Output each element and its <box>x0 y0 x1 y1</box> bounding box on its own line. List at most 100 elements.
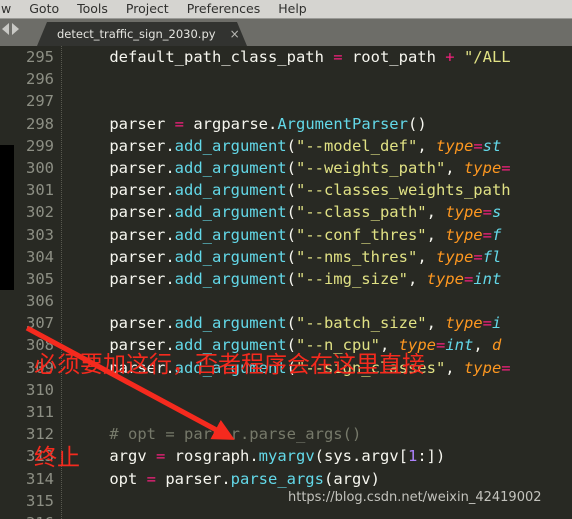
token: = <box>482 225 492 244</box>
token: argparse. <box>184 114 278 133</box>
code-line[interactable]: 310 <box>0 379 572 401</box>
token: parser. <box>72 336 175 355</box>
code-text: parser.add_argument("--img_size", type=i… <box>72 268 501 290</box>
code-editor[interactable]: 295 default_path_class_path = root_path … <box>0 46 572 519</box>
token: ( <box>286 158 296 177</box>
token: = <box>174 114 184 133</box>
code-text: parser.add_argument("--n_cpu", type=int,… <box>72 334 501 356</box>
menu-item-preferences[interactable]: Preferences <box>178 0 270 18</box>
token: parser. <box>72 158 175 177</box>
token: = <box>473 247 483 266</box>
token: :]) <box>417 447 446 466</box>
code-line[interactable]: 297 <box>0 90 572 112</box>
token: = <box>482 203 492 222</box>
token: myargv <box>258 447 315 466</box>
menu-item-w[interactable]: w <box>0 0 20 18</box>
token: ( <box>286 314 296 333</box>
triangle-right-icon[interactable] <box>12 23 19 35</box>
token: int <box>473 269 502 288</box>
triangle-left-icon[interactable] <box>2 23 9 35</box>
token: = <box>463 269 474 288</box>
code-line[interactable]: 303 parser.add_argument("--conf_thres", … <box>0 224 572 246</box>
token: st <box>482 136 502 155</box>
token: type <box>445 225 483 244</box>
token: = <box>501 158 511 177</box>
code-line[interactable]: 296 <box>0 68 572 90</box>
token: = <box>473 136 483 155</box>
code-text: # opt = parser.parse_args() <box>72 423 361 445</box>
csdn-watermark: https://blog.csdn.net/weixin_42419002 <box>288 490 542 505</box>
token: , <box>426 203 446 222</box>
code-text: parser.add_argument("--sign_classes", ty… <box>72 357 510 379</box>
code-line[interactable]: 309 parser.add_argument("--sign_classes"… <box>0 357 572 379</box>
token: , <box>445 158 464 177</box>
token: # opt = parser.parse_args() <box>72 425 362 444</box>
line-number: 309 <box>26 358 54 377</box>
menu-item-project[interactable]: Project <box>117 0 178 18</box>
code-text: parser.add_argument("--conf_thres", type… <box>72 224 501 246</box>
token: = <box>333 48 343 66</box>
token: default_path_class_path <box>72 48 334 66</box>
code-text: argv = rosgraph.myargv(sys.argv[1:]) <box>72 445 445 467</box>
code-line[interactable]: 300 parser.add_argument("--weights_path"… <box>0 157 572 179</box>
code-line[interactable]: 302 parser.add_argument("--class_path", … <box>0 201 572 223</box>
code-line[interactable]: 311 <box>0 401 572 423</box>
token: f <box>491 225 502 244</box>
editor-tab[interactable]: detect_traffic_sign_2030.py × <box>37 22 247 46</box>
token: ( <box>286 181 296 200</box>
token: parser. <box>72 225 175 244</box>
token: add_argument <box>174 247 287 266</box>
token: , <box>417 247 436 266</box>
menu-item-tools[interactable]: Tools <box>68 0 117 18</box>
code-line[interactable]: 313 argv = rosgraph.myargv(sys.argv[1:]) <box>0 445 572 467</box>
code-line[interactable]: 301 parser.add_argument("--classes_weigh… <box>0 179 572 201</box>
code-line[interactable]: 298 parser = argparse.ArgumentParser() <box>0 113 572 135</box>
token: "--conf_thres" <box>295 225 427 244</box>
menu-item-help[interactable]: Help <box>269 0 316 18</box>
tab-navigation-arrows[interactable] <box>2 23 19 35</box>
line-number: 315 <box>26 491 54 510</box>
token: , <box>407 269 427 288</box>
token: "--class_path" <box>295 203 427 222</box>
token: parser. <box>72 314 175 333</box>
token: d <box>492 336 502 355</box>
code-line[interactable]: 314 opt = parser.parse_args(argv) <box>0 468 572 490</box>
close-icon[interactable]: × <box>230 27 240 41</box>
token: add_argument <box>174 203 287 222</box>
token: parser. <box>72 247 175 266</box>
token: parse_args <box>230 469 324 488</box>
tab-title: detect_traffic_sign_2030.py <box>57 27 216 41</box>
code-lines-container: 295 default_path_class_path = root_path … <box>0 46 572 519</box>
token: ( <box>286 358 296 377</box>
line-number: 295 <box>26 48 54 66</box>
code-line[interactable]: 304 parser.add_argument("--nms_thres", t… <box>0 246 572 268</box>
code-line[interactable]: 308 parser.add_argument("--n_cpu", type=… <box>0 334 572 356</box>
token: ArgumentParser <box>277 114 408 133</box>
token: type <box>435 247 474 266</box>
token: fl <box>482 247 502 266</box>
code-line[interactable]: 295 default_path_class_path = root_path … <box>0 46 572 68</box>
token: add_argument <box>174 136 287 155</box>
token: add_argument <box>174 158 287 177</box>
token: "--img_size" <box>295 269 408 288</box>
line-number: 307 <box>26 314 54 333</box>
token: = <box>146 469 156 488</box>
line-number: 312 <box>26 425 54 444</box>
token: parser. <box>72 181 175 200</box>
token: (argv) <box>323 469 380 488</box>
code-line[interactable]: 306 <box>0 290 572 312</box>
sublime-text-window: w Goto Tools Project Preferences Help detect_… <box>0 0 572 519</box>
token: add_argument <box>174 181 287 200</box>
token: "--model_def" <box>295 136 418 155</box>
token: 1 <box>408 447 418 466</box>
code-line[interactable]: 307 parser.add_argument("--batch_size", … <box>0 312 572 334</box>
menu-item-goto[interactable]: Goto <box>20 0 68 18</box>
code-line[interactable]: 316 <box>0 512 572 519</box>
token: parser. <box>156 469 231 488</box>
code-line[interactable]: 312 # opt = parser.parse_args() <box>0 423 572 445</box>
token: ( <box>286 336 296 355</box>
line-number: 297 <box>26 92 54 111</box>
token: i <box>491 314 502 333</box>
code-line[interactable]: 299 parser.add_argument("--model_def", t… <box>0 135 572 157</box>
code-line[interactable]: 305 parser.add_argument("--img_size", ty… <box>0 268 572 290</box>
